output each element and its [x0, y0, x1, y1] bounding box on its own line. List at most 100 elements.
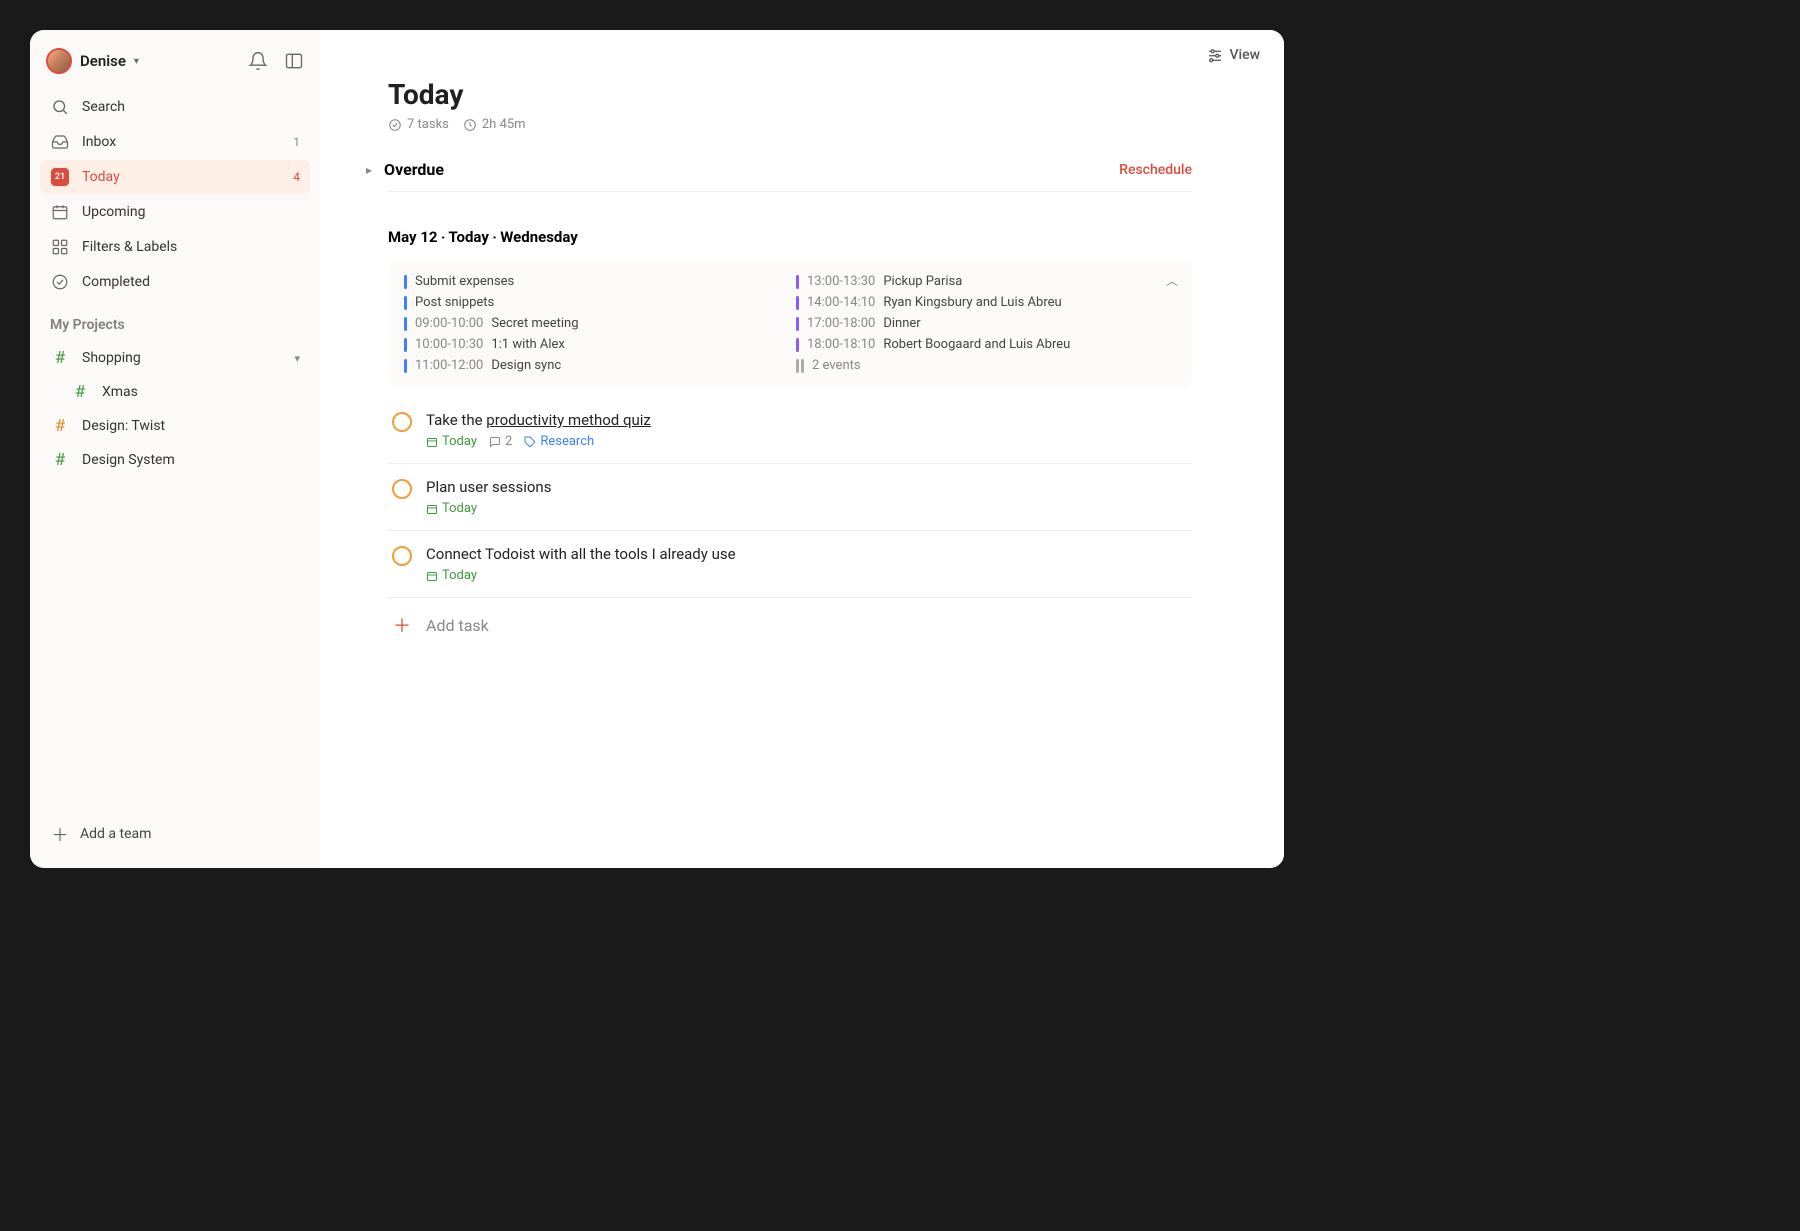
- overdue-section: ▸ Overdue Reschedule: [388, 160, 1192, 192]
- nav-filters-label: Filters & Labels: [82, 239, 300, 255]
- nav-upcoming-label: Upcoming: [82, 204, 300, 220]
- collapse-sidebar-icon[interactable]: [284, 51, 304, 71]
- avatar: [46, 48, 72, 74]
- task-checkbox[interactable]: [392, 479, 412, 499]
- nav-upcoming[interactable]: Upcoming: [40, 195, 310, 229]
- hash-icon: #: [50, 450, 70, 470]
- chevron-right-icon[interactable]: ▸: [366, 163, 372, 177]
- task-item[interactable]: Connect Todoist with all the tools I alr…: [388, 531, 1192, 598]
- nav-today-count: 4: [293, 170, 300, 184]
- profile-button[interactable]: Denise ▾: [46, 48, 139, 74]
- events-panel: ︿ Submit expenses Post snippets 09:00-10…: [388, 260, 1192, 387]
- event-color-bar: [801, 359, 804, 373]
- task-body: Plan user sessions Today: [426, 478, 1188, 516]
- event-item[interactable]: 18:00-18:10Robert Boogaard and Luis Abre…: [796, 337, 1176, 352]
- duration: 2h 45m: [463, 117, 526, 132]
- nav-inbox-count: 1: [293, 135, 300, 149]
- event-color-bar: [404, 338, 407, 352]
- search-icon: [50, 97, 70, 117]
- view-label: View: [1230, 47, 1261, 63]
- app-window: Denise ▾ Search: [30, 30, 1284, 868]
- inbox-icon: [50, 132, 70, 152]
- project-shopping[interactable]: # Shopping ▾: [40, 341, 310, 375]
- event-item[interactable]: Submit expenses: [404, 274, 784, 289]
- task-body: Take the productivity method quiz Today …: [426, 411, 1188, 449]
- nav-inbox[interactable]: Inbox 1: [40, 125, 310, 159]
- add-team-button[interactable]: ＋ Add a team: [40, 813, 310, 854]
- chevron-down-icon: ▾: [134, 56, 139, 67]
- nav-search[interactable]: Search: [40, 90, 310, 124]
- due-today[interactable]: Today: [426, 434, 477, 449]
- calendar-icon: [50, 202, 70, 222]
- nav-completed[interactable]: Completed: [40, 265, 310, 299]
- overdue-title[interactable]: Overdue: [384, 160, 1107, 179]
- event-color-bar: [404, 275, 407, 289]
- hash-icon: #: [50, 416, 70, 436]
- chevron-down-icon[interactable]: ▾: [294, 352, 300, 365]
- page-title: Today: [388, 78, 1192, 111]
- project-shopping-label: Shopping: [82, 350, 282, 366]
- tag-research[interactable]: Research: [524, 434, 594, 449]
- comments-count[interactable]: 2: [489, 434, 512, 449]
- event-color-bar: [404, 359, 407, 373]
- events-left-column: Submit expenses Post snippets 09:00-10:0…: [404, 274, 784, 373]
- task-title: Take the productivity method quiz: [426, 411, 1188, 429]
- hash-icon: #: [50, 348, 70, 368]
- sidebar-header-icons: [248, 51, 304, 71]
- event-item[interactable]: 13:00-13:30Pickup Parisa: [796, 274, 1176, 289]
- task-meta: Today: [426, 568, 1188, 583]
- event-more[interactable]: 2 events: [796, 358, 1176, 373]
- event-color-bar: [404, 317, 407, 331]
- project-design-twist-label: Design: Twist: [82, 418, 300, 434]
- task-meta: Today: [426, 501, 1188, 516]
- task-meta: Today 2 Research: [426, 434, 1188, 449]
- projects-header[interactable]: My Projects: [40, 299, 310, 341]
- plus-icon: ＋: [392, 612, 412, 638]
- project-xmas[interactable]: # Xmas: [40, 375, 310, 409]
- event-item[interactable]: Post snippets: [404, 295, 784, 310]
- event-color-bar: [796, 317, 799, 331]
- nav-today[interactable]: 21 Today 4: [40, 160, 310, 194]
- plus-icon: ＋: [50, 821, 70, 846]
- task-checkbox[interactable]: [392, 412, 412, 432]
- main: View Today 7 tasks 2h 45m ▸ Overdue Resc…: [320, 30, 1284, 868]
- nav-today-label: Today: [82, 169, 281, 185]
- chevron-up-icon[interactable]: ︿: [1166, 272, 1178, 289]
- sidebar-header: Denise ▾: [40, 44, 310, 90]
- project-xmas-label: Xmas: [102, 384, 300, 400]
- event-color-bar: [796, 338, 799, 352]
- event-color-bar: [796, 275, 799, 289]
- nav-items: Search Inbox 1 21 Today 4 Upc: [40, 90, 310, 299]
- add-team-label: Add a team: [80, 826, 151, 842]
- due-today[interactable]: Today: [426, 501, 477, 516]
- event-item[interactable]: 14:00-14:10Ryan Kingsbury and Luis Abreu: [796, 295, 1176, 310]
- event-item[interactable]: 17:00-18:00Dinner: [796, 316, 1176, 331]
- event-item[interactable]: 09:00-10:00Secret meeting: [404, 316, 784, 331]
- project-design-system-label: Design System: [82, 452, 300, 468]
- event-item[interactable]: 11:00-12:00Design sync: [404, 358, 784, 373]
- event-item[interactable]: 10:00-10:301:1 with Alex: [404, 337, 784, 352]
- nav-search-label: Search: [82, 99, 300, 115]
- nav-filters[interactable]: Filters & Labels: [40, 230, 310, 264]
- view-button[interactable]: View: [1206, 46, 1261, 64]
- sliders-icon: [1206, 46, 1224, 64]
- task-checkbox[interactable]: [392, 546, 412, 566]
- task-count: 7 tasks: [388, 117, 449, 132]
- reschedule-button[interactable]: Reschedule: [1119, 162, 1192, 178]
- project-design-twist[interactable]: # Design: Twist: [40, 409, 310, 443]
- due-today[interactable]: Today: [426, 568, 477, 583]
- task-item[interactable]: Plan user sessions Today: [388, 464, 1192, 531]
- event-color-bar: [796, 359, 799, 373]
- add-task-label: Add task: [426, 616, 489, 635]
- events-right-column: 13:00-13:30Pickup Parisa 14:00-14:10Ryan…: [796, 274, 1176, 373]
- project-design-system[interactable]: # Design System: [40, 443, 310, 477]
- grid-icon: [50, 237, 70, 257]
- task-body: Connect Todoist with all the tools I alr…: [426, 545, 1188, 583]
- date-header: May 12 ‧ Today ‧ Wednesday: [388, 228, 1192, 246]
- task-item[interactable]: Take the productivity method quiz Today …: [388, 397, 1192, 464]
- add-task-button[interactable]: ＋ Add task: [388, 598, 1192, 652]
- hash-icon: #: [70, 382, 90, 402]
- notifications-icon[interactable]: [248, 51, 268, 71]
- nav-inbox-label: Inbox: [82, 134, 281, 150]
- task-title: Connect Todoist with all the tools I alr…: [426, 545, 1188, 563]
